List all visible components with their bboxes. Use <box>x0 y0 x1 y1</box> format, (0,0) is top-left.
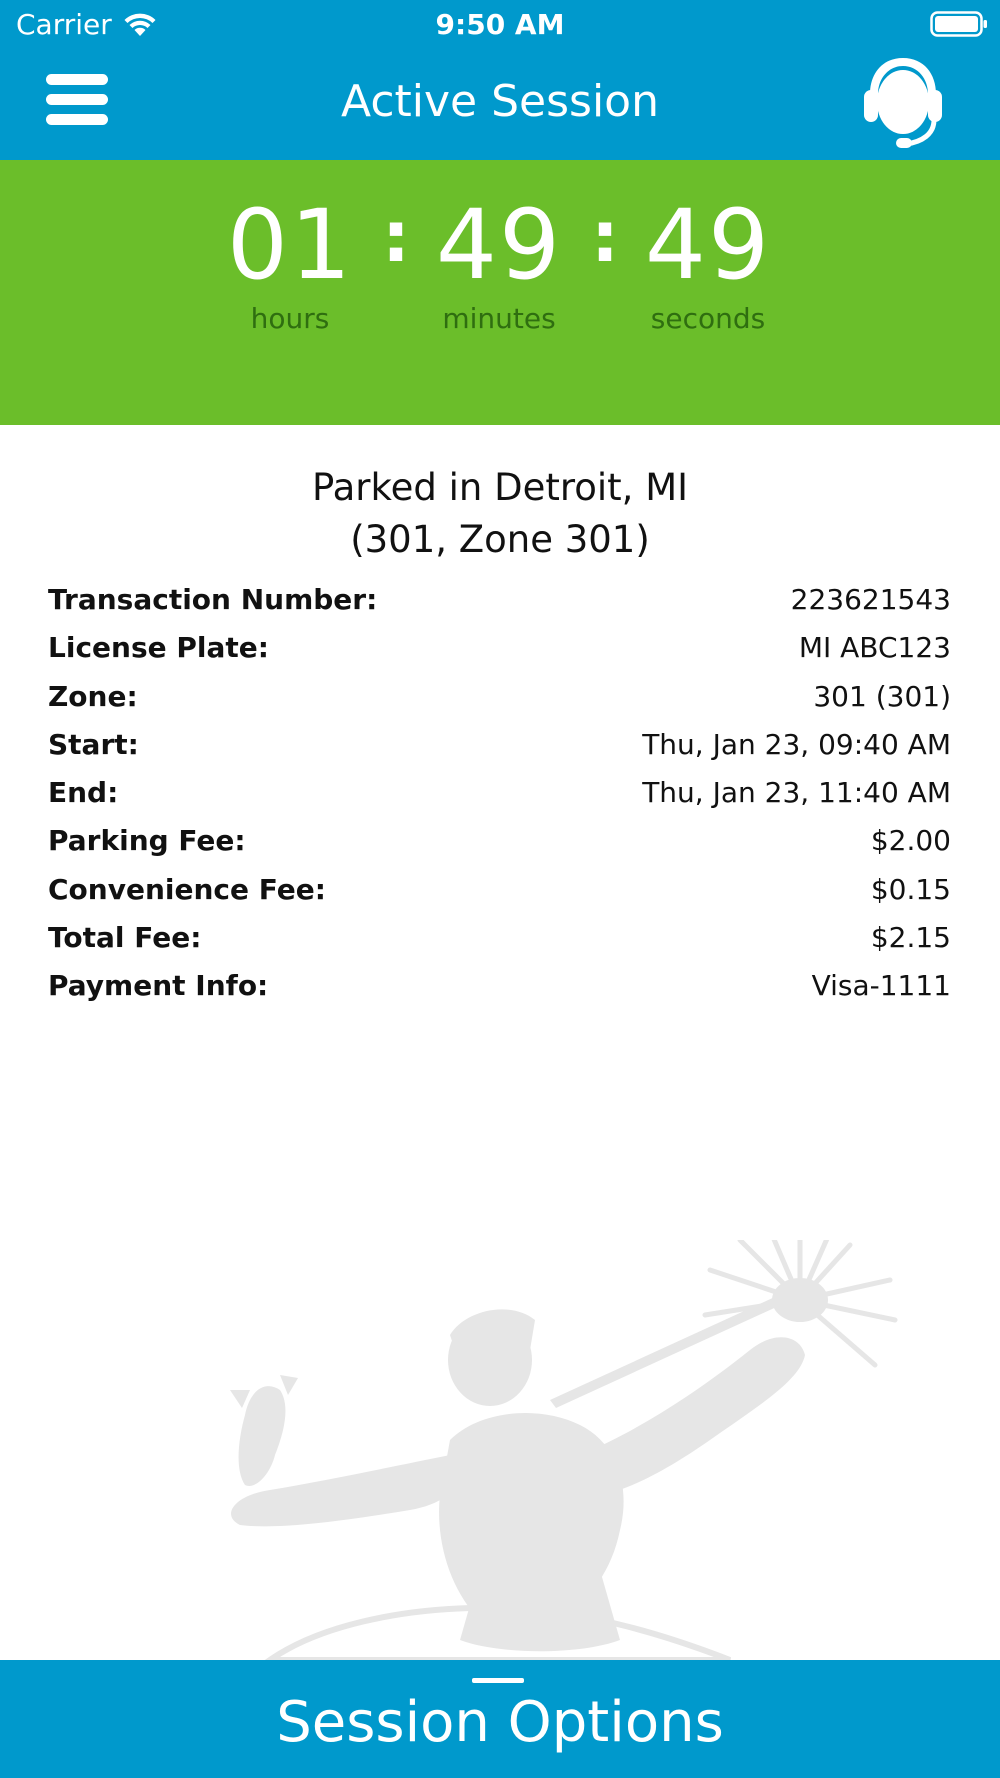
timer-minutes: 49 minutes <box>429 190 569 336</box>
detail-row-end: End: Thu, Jan 23, 11:40 AM <box>48 769 951 817</box>
detail-value: $2.00 <box>870 824 951 858</box>
detail-label: Payment Info: <box>48 969 269 1003</box>
status-bar: Carrier 9:50 AM <box>0 0 1000 50</box>
detail-value: 301 (301) <box>813 679 951 713</box>
detail-label: Transaction Number: <box>48 583 378 616</box>
detail-row-payment-info: Payment Info: Visa-1111 <box>48 962 951 1010</box>
detail-row-zone: Zone: 301 (301) <box>48 673 951 721</box>
session-options-button[interactable]: Session Options <box>0 1660 1000 1778</box>
detail-value: 223621543 <box>790 583 951 616</box>
timer-separator: : <box>382 196 410 278</box>
location-zone: (301, Zone 301) <box>350 518 650 561</box>
detail-label: Total Fee: <box>48 921 202 955</box>
countdown-timer: 01 hours : 49 minutes : 49 seconds <box>0 160 1000 425</box>
detail-row-transaction-number: Transaction Number: 223621543 <box>48 576 951 624</box>
timer-separator: : <box>591 196 619 278</box>
detail-row-parking-fee: Parking Fee: $2.00 <box>48 817 951 865</box>
detail-label: End: <box>48 776 119 810</box>
hours-value: 01 <box>226 189 354 301</box>
detail-value: Visa-1111 <box>811 969 951 1003</box>
detail-value: $2.15 <box>870 921 951 955</box>
detail-label: License Plate: <box>48 631 269 665</box>
detail-row-license-plate: License Plate: MI ABC123 <box>48 624 951 672</box>
detail-label: Zone: <box>48 679 138 713</box>
detail-label: Parking Fee: <box>48 824 246 858</box>
detail-value: Thu, Jan 23, 09:40 AM <box>642 727 951 761</box>
status-time: 9:50 AM <box>435 8 565 41</box>
minutes-label: minutes <box>442 302 556 335</box>
detail-value: MI ABC123 <box>798 631 951 665</box>
timer-seconds: 49 seconds <box>638 190 778 336</box>
minutes-value: 49 <box>435 189 563 301</box>
detail-label: Convenience Fee: <box>48 872 326 906</box>
timer-hours: 01 hours <box>220 190 360 336</box>
detail-label: Start: <box>48 727 139 761</box>
detail-row-total-fee: Total Fee: $2.15 <box>48 914 951 962</box>
page-title: Active Session <box>341 76 659 127</box>
battery-icon <box>930 11 987 37</box>
parking-location: Parked in Detroit, MI (301, Zone 301) <box>0 462 1000 566</box>
seconds-label: seconds <box>650 302 766 335</box>
detail-value: Thu, Jan 23, 11:40 AM <box>642 776 951 810</box>
session-details: Transaction Number: 223621543 License Pl… <box>48 576 951 1011</box>
detail-row-convenience-fee: Convenience Fee: $0.15 <box>48 866 951 914</box>
location-city: Parked in Detroit, MI <box>311 466 689 509</box>
detail-value: $0.15 <box>870 872 951 906</box>
active-session-screen: Carrier 9:50 AM Active Session 01 hours … <box>0 0 1000 1778</box>
spirit-of-detroit-watermark <box>230 1240 898 1660</box>
headset-icon[interactable] <box>862 52 944 152</box>
drag-handle[interactable] <box>472 1678 524 1683</box>
hours-label: hours <box>250 302 330 335</box>
header: Carrier 9:50 AM Active Session <box>0 0 1000 160</box>
session-options-label: Session Options <box>276 1690 724 1755</box>
detail-row-start: Start: Thu, Jan 23, 09:40 AM <box>48 721 951 769</box>
seconds-value: 49 <box>644 189 772 301</box>
nav-bar: Active Session <box>0 50 1000 160</box>
